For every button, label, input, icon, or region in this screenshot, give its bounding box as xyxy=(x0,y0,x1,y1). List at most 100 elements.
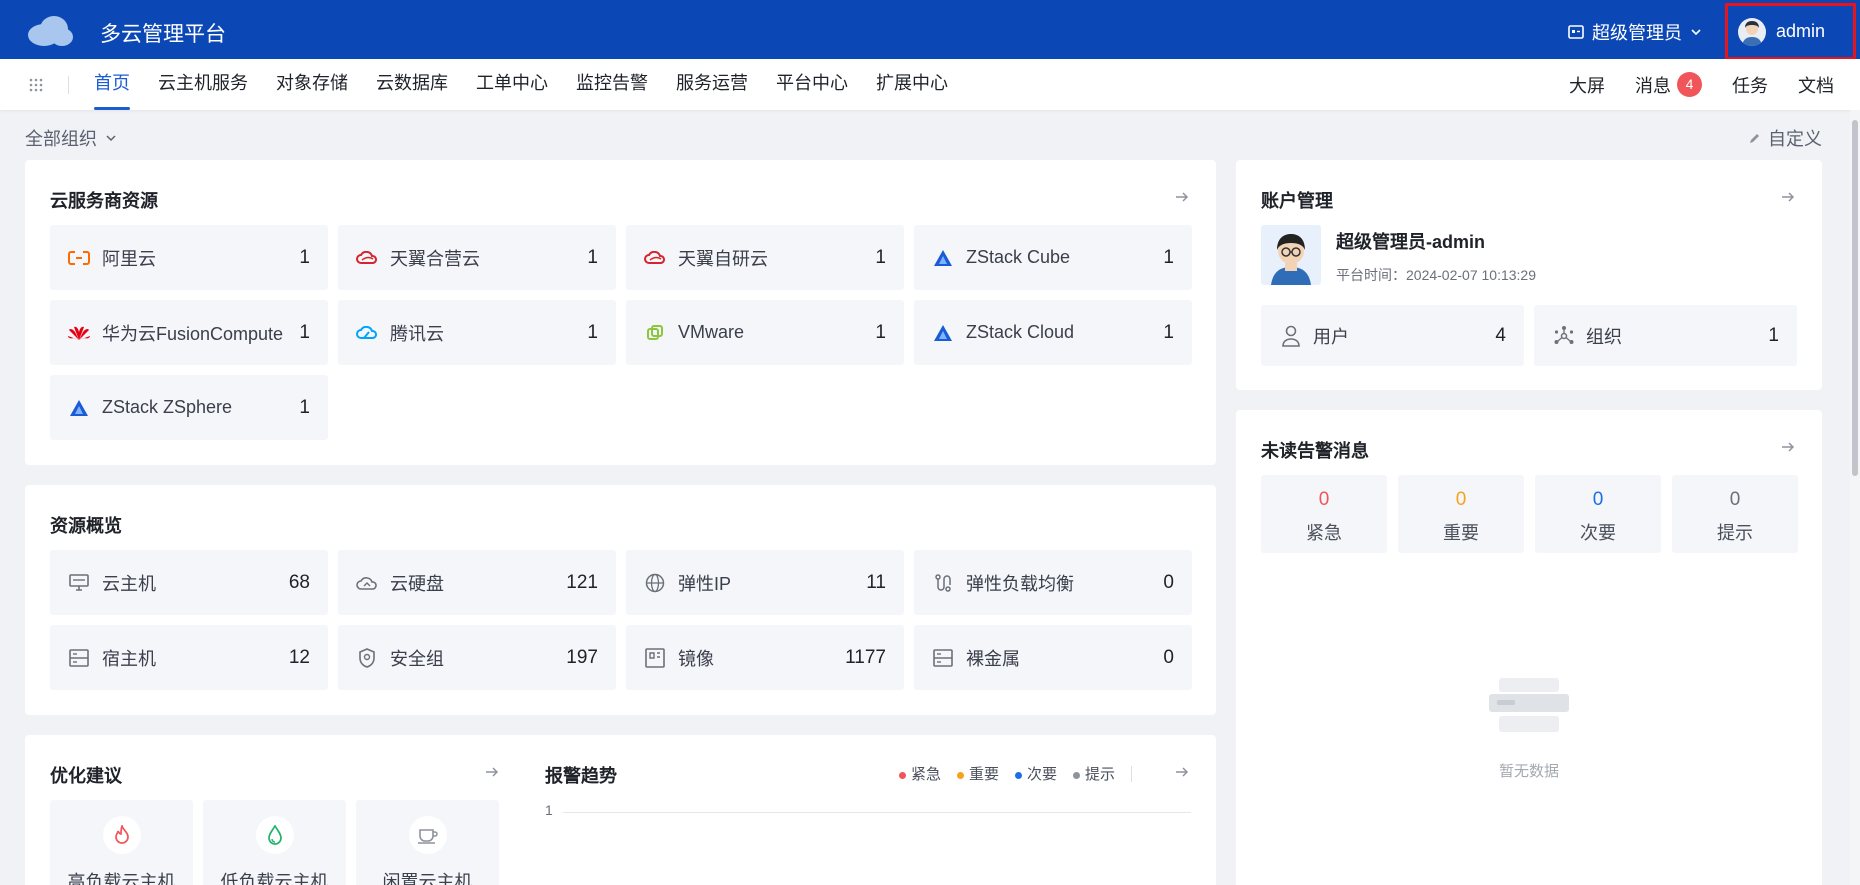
nav-item-vm-service[interactable]: 云主机服务 xyxy=(144,59,262,110)
legend-item-urgent[interactable]: 紧急 xyxy=(899,763,941,784)
nav-item-cloud-database[interactable]: 云数据库 xyxy=(362,59,462,110)
tasks-link[interactable]: 任务 xyxy=(1732,72,1768,98)
nav-item-home[interactable]: 首页 xyxy=(80,59,144,110)
edit-icon xyxy=(1750,134,1759,143)
nav-item-ticket-center[interactable]: 工单中心 xyxy=(462,59,562,110)
aliyun-icon xyxy=(68,247,90,269)
alert-tile-urgent[interactable]: 0 紧急 xyxy=(1261,475,1387,553)
legend-item-minor[interactable]: 次要 xyxy=(1015,763,1057,784)
zstack-icon xyxy=(932,247,954,269)
nav-divider xyxy=(68,76,69,94)
opt-idle-vm[interactable]: 闲置云主机 xyxy=(356,800,499,885)
opt-high-load-vm[interactable]: 高负载云主机 xyxy=(50,800,193,885)
provider-label: VMware xyxy=(678,322,745,342)
arrow-right-icon[interactable] xyxy=(1174,764,1190,780)
role-switcher[interactable]: 超级管理员 xyxy=(1568,19,1702,45)
platform-time: 平台时间：2024-02-07 10:13:29 xyxy=(1336,267,1536,283)
resource-label: 弹性负载均衡 xyxy=(966,573,1074,594)
provider-tile-zstack-cloud[interactable]: ZStack Cloud 1 xyxy=(914,300,1192,365)
users-count: 4 xyxy=(1495,324,1506,346)
nav-menu: 首页 云主机服务 对象存储 云数据库 工单中心 监控告警 服务运营 平台中心 扩… xyxy=(80,59,962,110)
opt-label: 高负载云主机 xyxy=(67,872,176,885)
image-icon xyxy=(644,647,666,669)
resource-tile-vm[interactable]: 云主机 68 xyxy=(50,550,328,615)
alert-tile-minor[interactable]: 0 次要 xyxy=(1535,475,1661,553)
page-scrollbar[interactable] xyxy=(1850,110,1860,885)
resource-tile-image[interactable]: 镜像 1177 xyxy=(626,625,904,690)
provider-tile-tianyi-joint[interactable]: 天翼合营云 1 xyxy=(338,225,616,290)
resource-tile-eip[interactable]: 弹性IP 11 xyxy=(626,550,904,615)
resource-count: 0 xyxy=(1163,646,1174,668)
nav-item-service-ops[interactable]: 服务运营 xyxy=(662,59,762,110)
provider-tile-vmware[interactable]: VMware 1 xyxy=(626,300,904,365)
provider-count: 1 xyxy=(1163,246,1174,268)
app-title: 多云管理平台 xyxy=(100,23,226,46)
arrow-right-icon[interactable] xyxy=(1780,439,1796,455)
arrow-right-icon[interactable] xyxy=(1174,189,1190,205)
nav-item-platform-center[interactable]: 平台中心 xyxy=(762,59,862,110)
docs-link[interactable]: 文档 xyxy=(1798,72,1834,98)
nav-item-object-storage[interactable]: 对象存储 xyxy=(262,59,362,110)
org-icon xyxy=(1552,324,1576,348)
chevron-down-icon xyxy=(106,135,116,142)
resource-tile-host[interactable]: 宿主机 12 xyxy=(50,625,328,690)
resource-label: 安全组 xyxy=(390,648,444,669)
resource-count: 0 xyxy=(1163,571,1174,593)
resource-tile-baremetal[interactable]: 裸金属 0 xyxy=(914,625,1192,690)
arrow-right-icon[interactable] xyxy=(484,764,500,780)
provider-tile-huawei[interactable]: 华为云FusionCompute 1 xyxy=(50,300,328,365)
alert-count: 0 xyxy=(1592,489,1604,510)
nav-item-monitoring[interactable]: 监控告警 xyxy=(562,59,662,110)
nav-item-extensions[interactable]: 扩展中心 xyxy=(862,59,962,110)
opt-low-load-vm[interactable]: 低负载云主机 xyxy=(203,800,346,885)
legend-item-hint[interactable]: 提示 xyxy=(1073,763,1115,784)
tianyi-icon xyxy=(356,247,378,269)
avatar xyxy=(1738,17,1766,46)
arrow-right-icon[interactable] xyxy=(1780,189,1796,205)
provider-tile-aliyun[interactable]: 阿里云 1 xyxy=(50,225,328,290)
messages-link[interactable]: 消息 4 xyxy=(1635,72,1702,98)
resource-tile-disk[interactable]: 云硬盘 121 xyxy=(338,550,616,615)
alert-count: 0 xyxy=(1318,489,1330,510)
resource-tile-elb[interactable]: 弹性负载均衡 0 xyxy=(914,550,1192,615)
org-filter-label: 全部组织 xyxy=(25,129,97,149)
unread-alerts-card: 未读告警消息 0 紧急 0 重要 0 次要 0 提示 暂无数据 xyxy=(1236,410,1822,885)
vmware-icon xyxy=(644,322,666,344)
message-count-badge: 4 xyxy=(1677,72,1702,97)
legend-divider xyxy=(1131,765,1133,782)
provider-tile-tencent[interactable]: 腾讯云 1 xyxy=(338,300,616,365)
alert-label: 次要 xyxy=(1580,523,1616,543)
app-grid-icon[interactable] xyxy=(28,77,44,93)
messages-label: 消息 xyxy=(1635,75,1671,96)
zstack-icon xyxy=(932,322,954,344)
provider-label: 阿里云 xyxy=(102,248,156,269)
alert-count: 0 xyxy=(1455,489,1467,510)
provider-count: 1 xyxy=(587,246,598,268)
account-users-tile[interactable]: 用户 4 xyxy=(1261,305,1524,366)
resource-overview-title: 资源概览 xyxy=(50,516,122,536)
legend-item-important[interactable]: 重要 xyxy=(957,763,999,784)
alert-tile-hint[interactable]: 0 提示 xyxy=(1672,475,1798,553)
alert-label: 提示 xyxy=(1717,523,1753,543)
customize-button[interactable]: 自定义 xyxy=(1748,125,1822,151)
opt-label: 闲置云主机 xyxy=(382,872,473,885)
alert-tile-important[interactable]: 0 重要 xyxy=(1398,475,1524,553)
provider-tile-zstack-cube[interactable]: ZStack Cube 1 xyxy=(914,225,1192,290)
globe-icon xyxy=(644,572,666,594)
resource-tile-security-group[interactable]: 安全组 197 xyxy=(338,625,616,690)
alert-label: 紧急 xyxy=(1306,523,1342,543)
server-icon xyxy=(932,647,954,669)
provider-count: 1 xyxy=(875,321,886,343)
top-bar: 多云管理平台 超级管理员 admin xyxy=(0,0,1860,60)
scrollbar-thumb[interactable] xyxy=(1852,120,1858,476)
org-filter-dropdown[interactable]: 全部组织 xyxy=(25,125,117,151)
big-screen-link[interactable]: 大屏 xyxy=(1569,72,1605,98)
user-menu[interactable]: admin xyxy=(1725,3,1856,60)
orgs-label: 组织 xyxy=(1586,326,1622,347)
provider-tile-tianyi-self[interactable]: 天翼自研云 1 xyxy=(626,225,904,290)
provider-tile-zstack-zsphere[interactable]: ZStack ZSphere 1 xyxy=(50,375,328,440)
cloud-providers-title: 云服务商资源 xyxy=(50,191,158,211)
account-orgs-tile[interactable]: 组织 1 xyxy=(1534,305,1797,366)
fire-icon xyxy=(102,816,141,854)
alarm-trend-gridline xyxy=(563,812,1191,813)
